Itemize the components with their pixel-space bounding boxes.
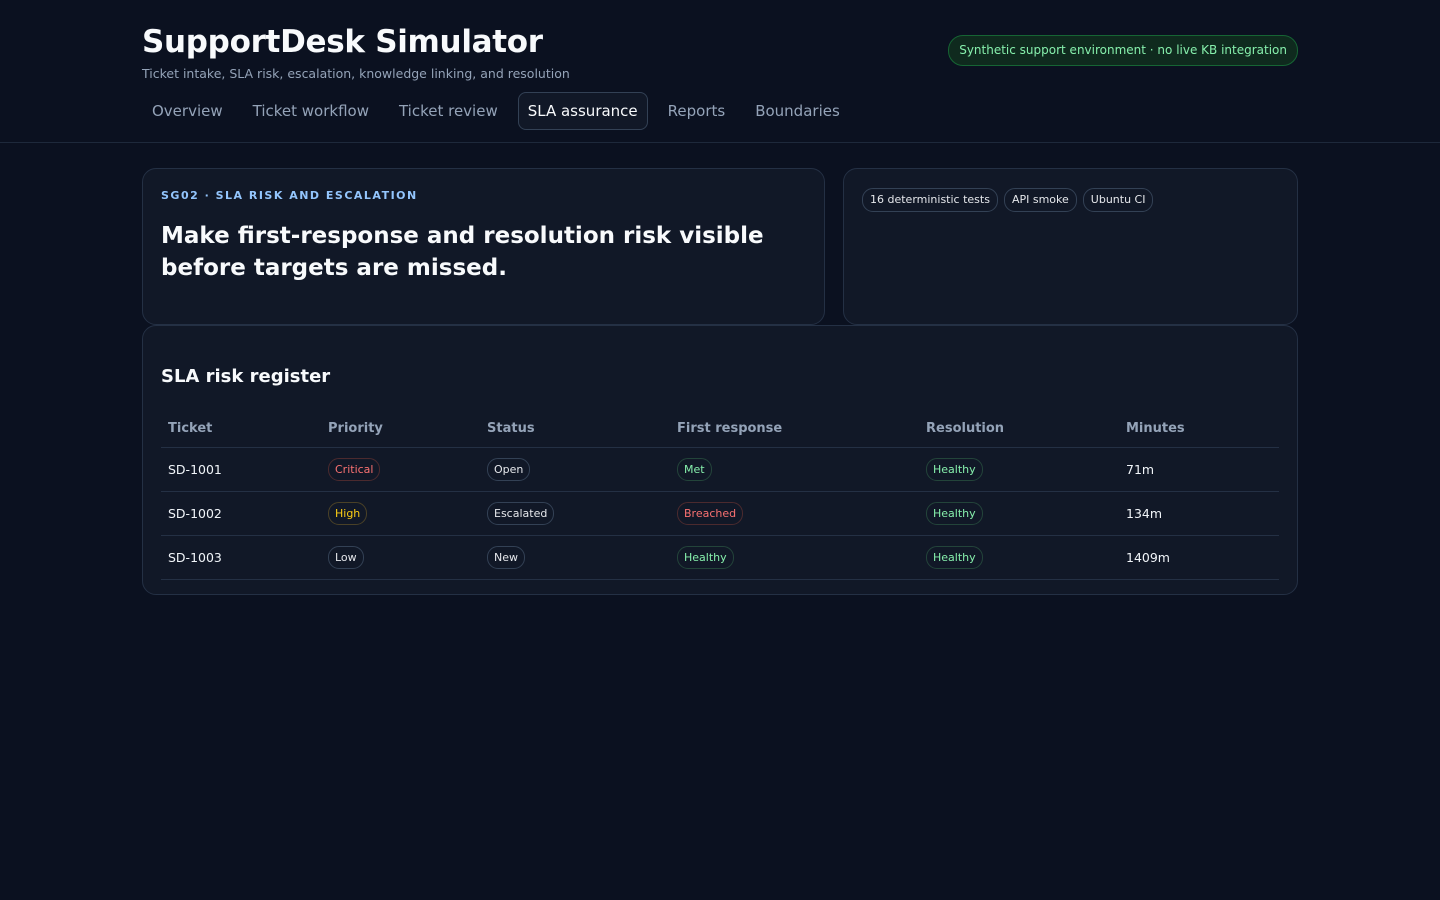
status-badge: Open [487,458,531,481]
tag-deterministic-tests: 16 deterministic tests [862,188,998,212]
tab-boundaries[interactable]: Boundaries [745,92,850,130]
ticket-id: SD-1001 [161,447,321,492]
tab-reports[interactable]: Reports [658,92,736,130]
intro-heading: Make first-response and resolution risk … [161,223,764,281]
ticket-id: SD-1003 [161,535,321,580]
tags-card: 16 deterministic tests API smoke Ubuntu … [843,168,1298,325]
tab-ticket-review[interactable]: Ticket review [389,92,508,130]
tag-api-smoke: API smoke [1003,188,1077,212]
ticket-id: SD-1002 [161,491,321,536]
status-badge: Escalated [487,502,555,525]
priority-badge: Critical [328,458,381,481]
first-response-badge: Healthy [677,546,734,569]
intro-card: SG02 · SLA RISK AND ESCALATION Make firs… [142,168,825,325]
minutes-value: 1409m [1119,535,1279,580]
tag-ubuntu-ci: Ubuntu CI [1082,188,1154,212]
priority-badge: Low [328,546,364,569]
main-nav: Overview Ticket workflow Ticket review S… [142,92,850,130]
minutes-value: 71m [1119,447,1279,492]
app-subtitle: Ticket intake, SLA risk, escalation, kno… [142,66,570,81]
table-row: SD-1003 Low New Healthy Healthy 1409m [161,535,1279,580]
first-response-badge: Breached [677,502,744,525]
resolution-badge: Healthy [926,502,983,525]
tab-sla-assurance[interactable]: SLA assurance [517,92,648,130]
tab-ticket-workflow[interactable]: Ticket workflow [243,92,379,130]
app-title: SupportDesk Simulator [142,24,543,60]
column-header-resolution: Resolution [919,409,1119,448]
priority-badge: High [328,502,368,525]
status-badge: New [487,546,525,569]
register-title: SLA risk register [161,366,331,387]
section-eyebrow: SG02 · SLA RISK AND ESCALATION [161,189,418,202]
minutes-value: 134m [1119,491,1279,536]
app-header: SupportDesk Simulator Ticket intake, SLA… [0,0,1440,143]
sla-risk-register-card: SLA risk register Ticket Priority Status… [142,325,1298,595]
column-header-status: Status [480,409,670,448]
column-header-minutes: Minutes [1119,409,1279,448]
table-row: SD-1001 Critical Open Met Healthy 71m [161,447,1279,492]
table-header-row: Ticket Priority Status First response Re… [161,409,1279,448]
column-header-ticket: Ticket [161,409,321,448]
resolution-badge: Healthy [926,458,983,481]
resolution-badge: Healthy [926,546,983,569]
brand: SupportDesk Simulator Ticket intake, SLA… [142,22,570,81]
sla-risk-table: Ticket Priority Status First response Re… [161,409,1279,580]
tag-list: 16 deterministic tests API smoke Ubuntu … [862,188,1279,212]
tab-overview[interactable]: Overview [142,92,233,130]
table-row: SD-1002 High Escalated Breached Healthy … [161,491,1279,536]
column-header-priority: Priority [321,409,480,448]
first-response-badge: Met [677,458,712,481]
column-header-first-response: First response [670,409,919,448]
environment-badge: Synthetic support environment · no live … [948,35,1298,66]
